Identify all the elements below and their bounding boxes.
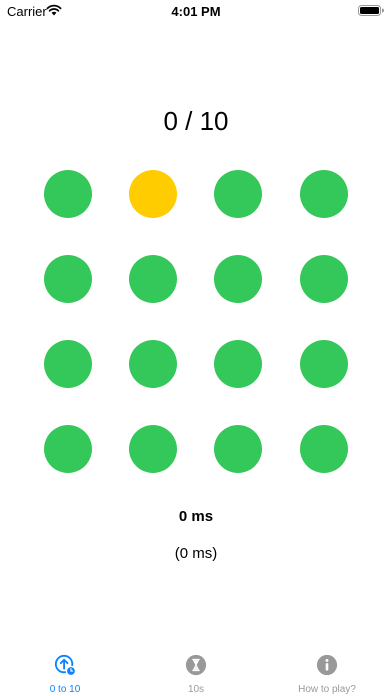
dot-green[interactable] — [44, 170, 92, 218]
tab-label: How to play? — [298, 684, 356, 695]
info-icon — [316, 654, 338, 676]
dot-green[interactable] — [214, 425, 262, 473]
dot-green[interactable] — [129, 425, 177, 473]
battery-icon — [358, 5, 384, 16]
status-bar: Carrier 4:01 PM — [0, 0, 392, 22]
dot-green[interactable] — [300, 170, 348, 218]
dot-green[interactable] — [129, 340, 177, 388]
dot-green[interactable] — [214, 170, 262, 218]
dot-green[interactable] — [300, 255, 348, 303]
tab-0-to-10[interactable]: 0 to 10 — [0, 648, 130, 696]
dot-green[interactable] — [44, 340, 92, 388]
reaction-time-secondary: (0 ms) — [174, 545, 218, 562]
tab-label: 0 to 10 — [49, 684, 81, 695]
reaction-time: 0 ms — [178, 508, 214, 525]
dot-green[interactable] — [214, 255, 262, 303]
dot-green[interactable] — [44, 255, 92, 303]
dot-target[interactable] — [129, 170, 177, 218]
dot-green[interactable] — [214, 340, 262, 388]
dot-green[interactable] — [44, 425, 92, 473]
tab-how-to-play[interactable]: How to play? — [262, 648, 392, 696]
dot-green[interactable] — [300, 340, 348, 388]
tab-label: 10s — [187, 684, 205, 695]
dot-green[interactable] — [129, 255, 177, 303]
status-time: 4:01 PM — [171, 4, 221, 19]
score-counter: 0 / 10 — [163, 106, 229, 136]
hourglass-icon — [185, 654, 207, 676]
arrow-up-circle-badge-icon — [54, 654, 76, 676]
dot-green[interactable] — [300, 425, 348, 473]
tab-bar: 0 to 10 10s How to play? — [0, 648, 392, 696]
tab-10s[interactable]: 10s — [131, 648, 261, 696]
